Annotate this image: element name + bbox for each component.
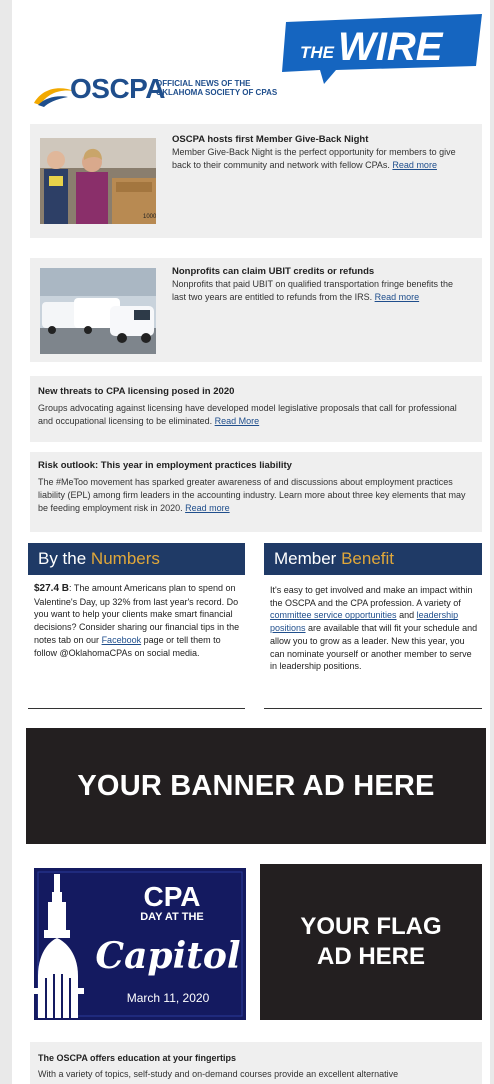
facebook-link[interactable]: Facebook — [102, 635, 142, 645]
stat-value: $27.4 B — [34, 583, 70, 594]
svg-text:1000: 1000 — [143, 214, 156, 220]
give-back-photo: 1000 — [40, 138, 156, 224]
article-summary: Member Give-Back Night is the perfect op… — [172, 146, 464, 172]
flag-ad-text: YOUR FLAG AD HERE — [300, 912, 441, 972]
article-text-education: The OSCPA offers education at your finge… — [38, 1052, 474, 1081]
oscpa-logo: OSCPA OFFICIAL NEWS OF THE OKLAHOMA SOCI… — [32, 73, 332, 115]
newsletter-header: THE WIRE OSCPA OFFICIAL NEWS OF THE OKLA… — [12, 0, 490, 118]
article-title: New threats to CPA licensing posed in 20… — [38, 386, 235, 397]
logo-tagline: OFFICIAL NEWS OF THE OKLAHOMA SOCIETY OF… — [156, 79, 316, 97]
banner-ad-text: YOUR BANNER AD HERE — [77, 769, 435, 802]
article-title: Risk outlook: This year in employment pr… — [38, 460, 292, 471]
benefit-text-mid: and — [396, 610, 417, 621]
heading-part: Member — [274, 549, 342, 568]
banner-ad[interactable]: YOUR BANNER AD HERE — [26, 728, 486, 844]
committee-link[interactable]: committee service opportunities — [270, 610, 397, 620]
benefit-text: It's easy to get involved and make an im… — [270, 585, 473, 608]
by-the-numbers-body: $27.4 B: The amount Americans plan to sp… — [34, 582, 244, 659]
article-title: OSCPA hosts first Member Give-Back Night — [172, 134, 369, 145]
newsletter-page: THE WIRE OSCPA OFFICIAL NEWS OF THE OKLA… — [12, 0, 490, 1084]
event-date: March 11, 2020 — [127, 991, 210, 1005]
article-text-ubit: Nonprofits can claim UBIT credits or ref… — [172, 266, 464, 304]
capitol-dome-illustration: CPA DAY AT THE Capitol March 11, 2020 — [34, 868, 246, 1020]
article-card-give-back: 1000 OSCPA hosts first Member Give-Back … — [30, 124, 482, 238]
read-more-link[interactable]: Read more — [185, 503, 230, 513]
article-card-ubit: Nonprofits can claim UBIT credits or ref… — [30, 258, 482, 362]
article-body: The #MeToo movement has sparked greater … — [38, 477, 466, 513]
article-card-risk: Risk outlook: This year in employment pr… — [30, 452, 482, 532]
oscpa-wordmark: OSCPA — [70, 73, 166, 104]
divider — [264, 708, 482, 709]
article-text-licensing: New threats to CPA licensing posed in 20… — [38, 386, 474, 428]
article-card-licensing: New threats to CPA licensing posed in 20… — [30, 376, 482, 442]
article-body: With a variety of topics, self-study and… — [38, 1069, 399, 1079]
divider — [28, 708, 245, 709]
cpa-day-capitol-ad[interactable]: CPA DAY AT THE Capitol March 11, 2020 — [34, 868, 246, 1020]
the-wire-word: WIRE — [338, 25, 444, 69]
article-title: The OSCPA offers education at your finge… — [38, 1053, 237, 1063]
the-wire-the: THE — [300, 43, 335, 62]
read-more-link[interactable]: Read More — [215, 416, 260, 426]
read-more-link[interactable]: Read more — [392, 160, 437, 170]
tagline-line1: OFFICIAL NEWS OF THE — [156, 79, 251, 88]
by-the-numbers-heading: By the Numbers — [28, 543, 245, 575]
vans-photo — [40, 268, 156, 354]
article-title: Nonprofits can claim UBIT credits or ref… — [172, 266, 375, 277]
article-text-risk: Risk outlook: This year in employment pr… — [38, 460, 474, 515]
day-at-the-text: DAY AT THE — [140, 911, 204, 923]
read-more-link[interactable]: Read more — [375, 292, 420, 302]
heading-accent: Benefit — [341, 549, 395, 568]
article-text-give-back: OSCPA hosts first Member Give-Back Night… — [172, 134, 464, 172]
article-summary: The #MeToo movement has sparked greater … — [38, 476, 474, 515]
member-benefit-heading: Member Benefit — [264, 543, 482, 575]
capitol-text: Capitol — [95, 935, 240, 977]
flag-ad[interactable]: YOUR FLAG AD HERE — [260, 864, 482, 1020]
heading-part: By the — [38, 549, 91, 568]
member-benefit-body: It's easy to get involved and make an im… — [270, 584, 478, 673]
article-summary: Nonprofits that paid UBIT on qualified t… — [172, 278, 464, 304]
heading-accent: Numbers — [90, 549, 160, 568]
flag-ad-line1: YOUR FLAG — [300, 913, 442, 940]
cpa-text: CPA — [143, 881, 200, 912]
flag-ad-line2: AD HERE — [316, 943, 425, 970]
tagline-line2: OKLAHOMA SOCIETY OF CPAs — [156, 88, 278, 97]
article-card-education: The OSCPA offers education at your finge… — [30, 1042, 482, 1084]
article-summary: Groups advocating against licensing have… — [38, 402, 474, 428]
